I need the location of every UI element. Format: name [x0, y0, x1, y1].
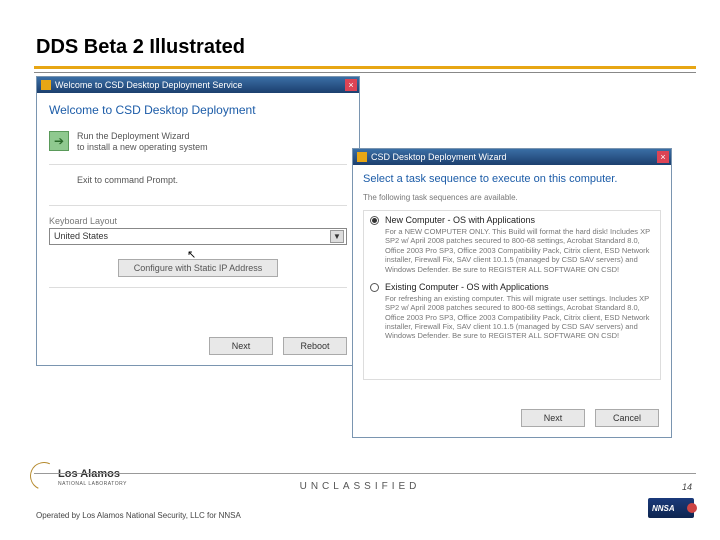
exit-prompt-item[interactable]: Exit to command Prompt.	[37, 169, 359, 201]
cancel-button[interactable]: Cancel	[595, 409, 659, 427]
close-icon[interactable]: ×	[345, 79, 357, 91]
keyboard-layout-value: United States	[54, 231, 108, 241]
los-alamos-logo: Los Alamos NATIONAL LABORATORY	[30, 462, 140, 496]
exit-prompt-label: Exit to command Prompt.	[77, 175, 178, 186]
classification-label: UNCLASSIFIED	[300, 481, 421, 492]
chevron-down-icon[interactable]: ▼	[330, 230, 344, 243]
nnsa-seal-icon	[687, 503, 697, 513]
arrow-run-icon: ➔	[49, 131, 69, 151]
blank-icon	[49, 175, 69, 195]
run-wizard-line1: Run the Deployment Wizard	[77, 131, 190, 141]
task-titlebar[interactable]: CSD Desktop Deployment Wizard ×	[353, 149, 671, 165]
app-icon	[357, 152, 367, 162]
lab-name: Los Alamos	[58, 468, 120, 480]
welcome-title: Welcome to CSD Desktop Deployment Servic…	[55, 80, 242, 90]
divider-gold	[34, 66, 696, 69]
task-new-desc: For a NEW COMPUTER ONLY. This Build will…	[385, 227, 654, 274]
slide-title: DDS Beta 2 Illustrated	[36, 36, 245, 59]
divider	[49, 164, 347, 165]
reboot-button[interactable]: Reboot	[283, 337, 347, 355]
welcome-heading: Welcome to CSD Desktop Deployment	[37, 93, 359, 125]
keyboard-layout-select[interactable]: United States ▼	[49, 228, 347, 245]
lab-subtitle: NATIONAL LABORATORY	[58, 481, 127, 487]
next-button[interactable]: Next	[209, 337, 273, 355]
task-option-new[interactable]: New Computer - OS with Applications	[370, 215, 654, 225]
arc-icon	[26, 458, 62, 494]
welcome-titlebar[interactable]: Welcome to CSD Desktop Deployment Servic…	[37, 77, 359, 93]
keyboard-layout-label: Keyboard Layout	[37, 210, 359, 228]
task-new-title: New Computer - OS with Applications	[385, 215, 535, 225]
next-button[interactable]: Next	[521, 409, 585, 427]
divider	[49, 205, 347, 206]
radio-icon[interactable]	[370, 283, 379, 292]
task-window-title: CSD Desktop Deployment Wizard	[371, 152, 507, 162]
app-icon	[41, 80, 51, 90]
slide-number: 14	[682, 482, 692, 492]
footer-divider	[34, 473, 696, 474]
task-subheading: The following task sequences are availab…	[353, 189, 671, 208]
close-icon[interactable]: ×	[657, 151, 669, 163]
task-list: New Computer - OS with Applications For …	[363, 210, 661, 380]
task-existing-title: Existing Computer - OS with Applications	[385, 282, 549, 292]
task-existing-desc: For refreshing an existing computer. Thi…	[385, 294, 654, 341]
nnsa-logo: NNSA	[648, 498, 694, 518]
run-wizard-line2: to install a new operating system	[77, 142, 208, 153]
radio-selected-icon[interactable]	[370, 216, 379, 225]
cursor-icon: ↖	[187, 248, 196, 261]
nnsa-text: NNSA	[652, 504, 675, 513]
task-sequence-window: CSD Desktop Deployment Wizard × Select a…	[352, 148, 672, 438]
welcome-window: Welcome to CSD Desktop Deployment Servic…	[36, 76, 360, 366]
operated-by-label: Operated by Los Alamos National Security…	[36, 511, 241, 520]
run-wizard-item[interactable]: ➔ Run the Deployment Wizard to install a…	[37, 125, 359, 160]
divider-thin	[34, 72, 696, 73]
task-heading: Select a task sequence to execute on thi…	[353, 165, 671, 189]
divider	[49, 287, 347, 288]
task-option-existing[interactable]: Existing Computer - OS with Applications	[370, 282, 654, 292]
configure-static-ip-button[interactable]: Configure with Static IP Address	[118, 259, 278, 277]
